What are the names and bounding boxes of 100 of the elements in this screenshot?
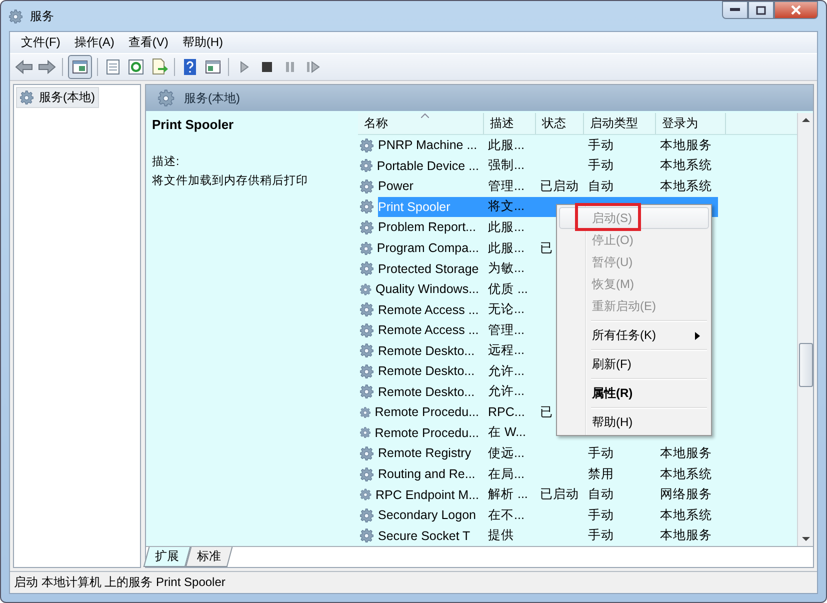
table-cell: 手动 [588, 508, 614, 522]
table-cell: 将文... [488, 199, 524, 214]
table-cell: 已 [540, 404, 553, 419]
service-name-cell[interactable]: Remote Access ... [377, 302, 480, 318]
table-cell: 允许... [488, 384, 524, 398]
menu-item[interactable]: 文件(F) [14, 32, 68, 53]
service-name-cell[interactable]: Remote Deskto... [377, 363, 476, 380]
table-cell: 此服... [488, 220, 524, 234]
table-cell: 网络服务 [660, 487, 712, 502]
table-cell: 本地系统 [660, 508, 712, 522]
menu-item[interactable]: 帮助(H) [175, 32, 230, 53]
table-cell: 自动 [588, 487, 614, 502]
column-header[interactable]: 描述 [484, 113, 536, 134]
gear-icon [360, 220, 375, 235]
gear-icon [360, 528, 375, 544]
table-cell: 已 [540, 240, 553, 254]
service-name-cell[interactable]: Remote Procedu... [374, 404, 480, 420]
gear-icon [360, 425, 372, 440]
table-cell: 提供 [488, 528, 514, 542]
service-name-cell[interactable]: Quality Windows... [374, 281, 480, 298]
gear-icon [360, 364, 375, 379]
refresh-icon[interactable] [126, 57, 146, 77]
gear-icon [360, 158, 374, 174]
scroll-up-icon[interactable] [802, 117, 810, 122]
scroll-thumb[interactable] [798, 343, 812, 387]
back-arrow-icon[interactable] [14, 57, 34, 77]
table-cell: 在 W... [488, 425, 526, 440]
tree-item[interactable]: 服务(本地) [16, 87, 99, 108]
scrollbar[interactable] [797, 113, 813, 546]
service-name-cell[interactable]: Remote Registry [377, 445, 472, 462]
service-name-cell[interactable]: Remote Access ... [377, 322, 480, 338]
description-text: 将文件加载到内存供稍后打印 [152, 174, 309, 188]
gear-icon [360, 508, 375, 523]
gear-icon [360, 384, 375, 400]
table-cell: RPC... [488, 405, 525, 420]
table-cell: 本地服务 [660, 528, 712, 542]
column-header[interactable]: 登录为 [656, 113, 726, 134]
gear-icon [20, 90, 35, 105]
maximize-button[interactable] [748, 1, 774, 19]
context-menu-item[interactable]: 所有任务(K) [559, 324, 709, 346]
service-name-cell[interactable]: PNRP Machine ... [377, 137, 478, 154]
column-header[interactable]: 状态 [536, 113, 584, 134]
view-tab[interactable]: 扩展 [143, 547, 191, 567]
table-cell: 解析 ... [488, 487, 528, 502]
table-cell: 已启动 [540, 487, 579, 502]
column-header[interactable]: 启动类型 [584, 113, 656, 134]
service-name-cell[interactable]: Portable Device ... [376, 158, 480, 174]
maximize-icon [756, 6, 766, 14]
gear-icon [360, 240, 374, 256]
status-text: 启动 本地计算机 上的服务 Print Spooler [10, 571, 817, 593]
table-cell: 已启动 [540, 178, 579, 193]
table-cell: 允许... [488, 364, 524, 378]
service-name-cell[interactable]: Remote Procedu... [374, 424, 480, 441]
table-cell: 本地系统 [660, 158, 712, 172]
table-cell: 禁用 [588, 466, 614, 481]
table-cell: 手动 [588, 138, 614, 152]
table-cell: 手动 [588, 158, 614, 172]
table-cell: 手动 [588, 446, 614, 460]
window-title: 服务 [30, 8, 54, 24]
context-menu-item[interactable]: 属性(R) [559, 382, 709, 404]
service-name-cell[interactable]: Remote Deskto... [377, 384, 476, 400]
minimize-icon [730, 8, 740, 12]
service-name-cell[interactable]: Routing and Re... [377, 466, 476, 482]
submenu-arrow-icon [695, 332, 700, 340]
service-name-cell[interactable]: Protected Storage [377, 260, 480, 277]
table-cell: 远程... [488, 343, 524, 358]
gear-icon [360, 302, 375, 318]
close-icon [790, 5, 802, 15]
table-cell: 手动 [588, 528, 614, 542]
gear-icon [360, 487, 372, 502]
service-name-cell[interactable]: Remote Deskto... [377, 342, 476, 359]
table-cell: 本地服务 [660, 138, 712, 152]
service-name-cell[interactable]: Power [377, 178, 414, 194]
table-cell: 无论... [488, 302, 524, 316]
table-cell: 此服... [488, 138, 524, 152]
context-menu-item[interactable]: 刷新(F) [559, 353, 709, 375]
service-name-cell[interactable]: Secondary Logon [377, 507, 477, 524]
service-name-cell[interactable]: Secure Socket T [377, 528, 472, 544]
table-cell: 优质 ... [488, 282, 528, 296]
close-button[interactable] [774, 1, 818, 19]
menu-item[interactable]: 操作(A) [67, 32, 122, 53]
minimize-button[interactable] [722, 1, 748, 19]
scroll-down-icon[interactable] [802, 537, 810, 542]
context-menu-item[interactable]: 帮助(H) [559, 411, 709, 433]
table-cell: 本地系统 [660, 178, 712, 193]
menu-item[interactable]: 查看(V) [121, 32, 176, 53]
service-name-cell[interactable]: Program Compa... [376, 240, 480, 256]
forward-arrow-icon[interactable] [37, 57, 57, 77]
gear-icon [360, 446, 375, 461]
service-name-cell[interactable]: Problem Report... [377, 219, 477, 236]
service-name-cell[interactable]: RPC Endpoint M... [374, 486, 480, 503]
gear-icon [158, 89, 176, 107]
column-header[interactable]: 名称 [358, 113, 484, 134]
view-tab[interactable]: 标准 [185, 547, 233, 567]
gear-icon [360, 282, 372, 297]
table-cell: 在不... [488, 508, 524, 522]
gear-icon [360, 322, 375, 338]
gear-icon [360, 466, 375, 482]
table-cell: 此服... [488, 240, 524, 254]
service-name: Print Spooler [152, 117, 235, 132]
